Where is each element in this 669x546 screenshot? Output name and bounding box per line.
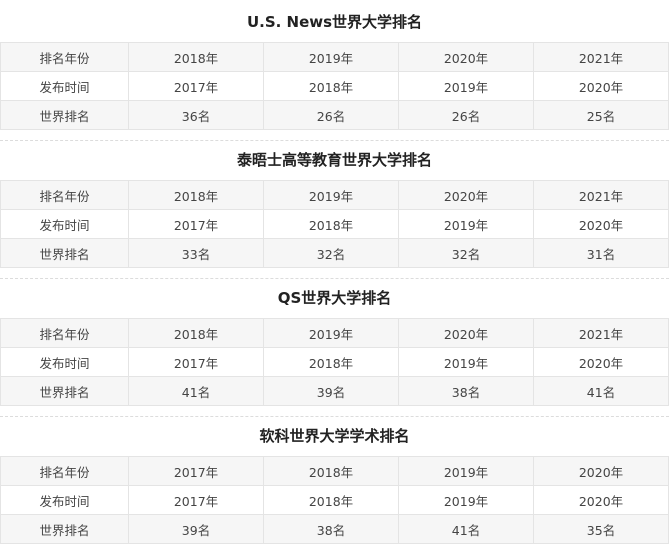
table-cell: 2020年 [533, 485, 669, 515]
table-cell: 2018年 [128, 180, 264, 210]
table-cell: 32名 [263, 238, 399, 268]
table-cell: 2017年 [128, 456, 264, 486]
table-row: 排名年份 2018年 2019年 2020年 2021年 [0, 318, 669, 348]
table-cell: 41名 [128, 376, 264, 406]
table-row: 发布时间 2017年 2018年 2019年 2020年 [0, 347, 669, 377]
row-label: 发布时间 [0, 347, 129, 377]
table-cell: 2018年 [263, 456, 399, 486]
table-cell: 39名 [263, 376, 399, 406]
table-cell: 41名 [533, 376, 669, 406]
row-label: 世界排名 [0, 238, 129, 268]
table-cell: 25名 [533, 100, 669, 130]
table-row: 世界排名 36名 26名 26名 25名 [0, 100, 669, 130]
table-cell: 2018年 [263, 71, 399, 101]
ranking-section-qs: QS世界大学排名 排名年份 2018年 2019年 2020年 2021年 发布… [0, 278, 669, 406]
section-title: QS世界大学排名 [277, 289, 392, 307]
table-cell: 39名 [128, 514, 264, 544]
table-cell: 2020年 [398, 318, 534, 348]
table-cell: 2019年 [398, 71, 534, 101]
table-cell: 2020年 [398, 180, 534, 210]
table-cell: 36名 [128, 100, 264, 130]
table-cell: 2017年 [128, 485, 264, 515]
table-cell: 2021年 [533, 42, 669, 72]
table-cell: 2017年 [128, 347, 264, 377]
ranking-section-the: 泰晤士高等教育世界大学排名 排名年份 2018年 2019年 2020年 202… [0, 140, 669, 268]
table-cell: 2017年 [128, 71, 264, 101]
table-cell: 2018年 [128, 318, 264, 348]
table-cell: 2019年 [398, 347, 534, 377]
row-label: 发布时间 [0, 71, 129, 101]
row-label: 排名年份 [0, 180, 129, 210]
table-cell: 2020年 [533, 71, 669, 101]
table-cell: 2019年 [263, 318, 399, 348]
table-row: 世界排名 33名 32名 32名 31名 [0, 238, 669, 268]
table-cell: 2019年 [263, 180, 399, 210]
table-cell: 38名 [263, 514, 399, 544]
table-cell: 2019年 [263, 42, 399, 72]
ranking-table: 排名年份 2018年 2019年 2020年 2021年 发布时间 2017年 … [0, 318, 669, 406]
table-cell: 41名 [398, 514, 534, 544]
table-row: 发布时间 2017年 2018年 2019年 2020年 [0, 209, 669, 239]
ranking-table: 排名年份 2018年 2019年 2020年 2021年 发布时间 2017年 … [0, 42, 669, 130]
table-row: 排名年份 2018年 2019年 2020年 2021年 [0, 42, 669, 72]
ranking-table: 排名年份 2018年 2019年 2020年 2021年 发布时间 2017年 … [0, 180, 669, 268]
table-row: 世界排名 39名 38名 41名 35名 [0, 514, 669, 544]
table-row: 排名年份 2018年 2019年 2020年 2021年 [0, 180, 669, 210]
ranking-section-usnews: U.S. News世界大学排名 排名年份 2018年 2019年 2020年 2… [0, 2, 669, 130]
table-cell: 2020年 [533, 456, 669, 486]
table-cell: 2018年 [263, 209, 399, 239]
table-cell: 2017年 [128, 209, 264, 239]
table-row: 发布时间 2017年 2018年 2019年 2020年 [0, 71, 669, 101]
table-cell: 2019年 [398, 209, 534, 239]
table-cell: 2019年 [398, 456, 534, 486]
table-cell: 32名 [398, 238, 534, 268]
section-title: 软科世界大学学术排名 [259, 427, 410, 445]
row-label: 排名年份 [0, 318, 129, 348]
table-cell: 2018年 [263, 347, 399, 377]
row-label: 世界排名 [0, 100, 129, 130]
table-cell: 2020年 [398, 42, 534, 72]
row-label: 发布时间 [0, 485, 129, 515]
section-title: 泰晤士高等教育世界大学排名 [236, 151, 432, 169]
table-cell: 33名 [128, 238, 264, 268]
table-cell: 31名 [533, 238, 669, 268]
table-cell: 2020年 [533, 209, 669, 239]
table-cell: 2020年 [533, 347, 669, 377]
table-row: 世界排名 41名 39名 38名 41名 [0, 376, 669, 406]
row-label: 排名年份 [0, 456, 129, 486]
ranking-section-arwu: 软科世界大学学术排名 排名年份 2017年 2018年 2019年 2020年 … [0, 416, 669, 544]
table-cell: 38名 [398, 376, 534, 406]
table-cell: 35名 [533, 514, 669, 544]
table-cell: 2021年 [533, 318, 669, 348]
table-cell: 2021年 [533, 180, 669, 210]
table-cell: 2018年 [128, 42, 264, 72]
ranking-table: 排名年份 2017年 2018年 2019年 2020年 发布时间 2017年 … [0, 456, 669, 544]
table-row: 排名年份 2017年 2018年 2019年 2020年 [0, 456, 669, 486]
row-label: 世界排名 [0, 376, 129, 406]
row-label: 排名年份 [0, 42, 129, 72]
table-cell: 26名 [263, 100, 399, 130]
table-cell: 2018年 [263, 485, 399, 515]
section-title: U.S. News世界大学排名 [246, 13, 423, 31]
table-cell: 26名 [398, 100, 534, 130]
row-label: 世界排名 [0, 514, 129, 544]
table-row: 发布时间 2017年 2018年 2019年 2020年 [0, 485, 669, 515]
row-label: 发布时间 [0, 209, 129, 239]
table-cell: 2019年 [398, 485, 534, 515]
